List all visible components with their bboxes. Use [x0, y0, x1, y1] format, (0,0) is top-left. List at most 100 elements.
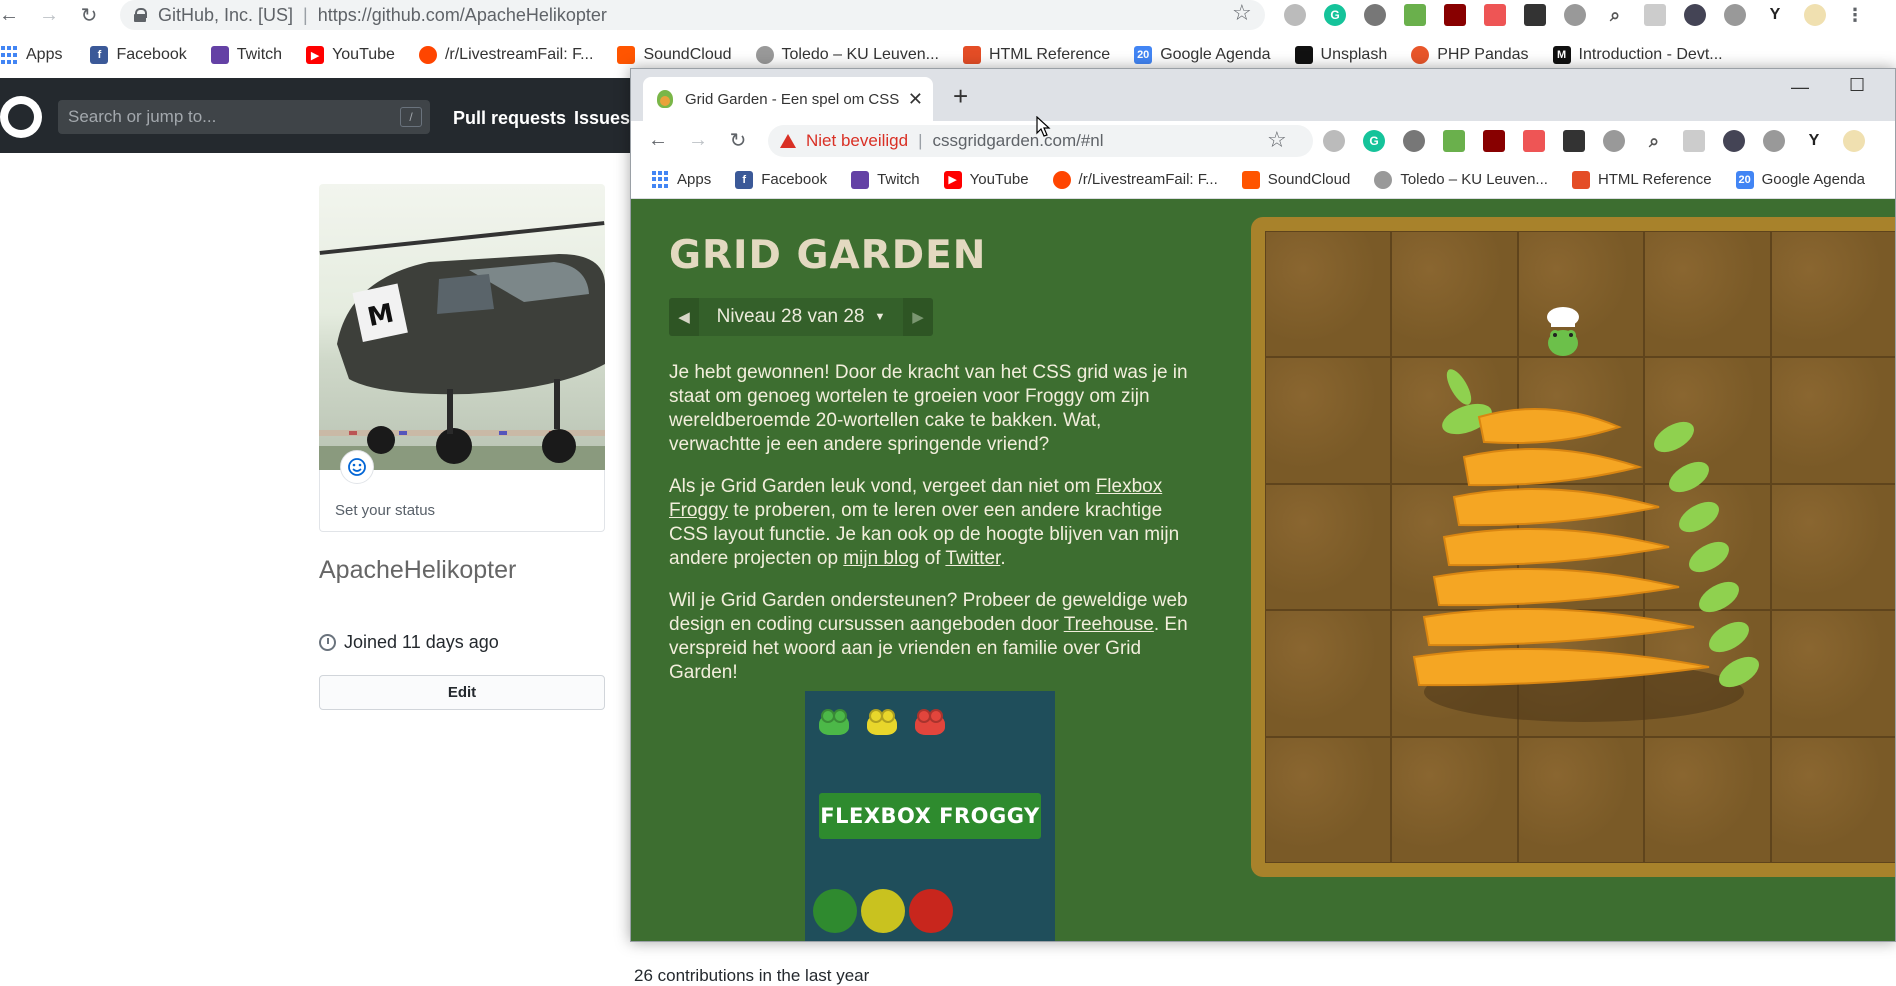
y-extension-icon[interactable]: Y [1764, 4, 1786, 26]
address-bar[interactable]: GitHub, Inc. [US] | https://github.com/A… [120, 0, 1265, 30]
tab-title: Grid Garden - Een spel om CSS g [685, 90, 903, 108]
extension-icon[interactable] [1684, 4, 1706, 26]
set-status-box[interactable]: Set your status [319, 450, 605, 532]
bookmark-reddit[interactable]: /r/LivestreamFail: F... [1052, 170, 1218, 189]
garden-cell [1265, 231, 1392, 358]
bookmark-facebook[interactable]: f Facebook [735, 170, 828, 189]
github-logo-icon[interactable] [0, 96, 42, 138]
flexbox-froggy-button[interactable]: FLEXBOX FROGGY [819, 793, 1041, 839]
back-icon[interactable]: ← [645, 127, 671, 153]
extension-icon[interactable] [1484, 4, 1506, 26]
blog-link[interactable]: mijn blog [843, 548, 919, 569]
nav-pull-requests[interactable]: Pull requests [453, 108, 566, 129]
nav-issues[interactable]: Issues [574, 108, 630, 129]
search-input[interactable]: Search or jump to... / [58, 100, 430, 134]
bookmark-toledo[interactable]: Toledo – KU Leuven... [1374, 170, 1548, 189]
bookmark-php-pandas[interactable]: PHP Pandas [1411, 46, 1529, 64]
ublock-icon[interactable] [1444, 4, 1466, 26]
html-icon [1571, 170, 1590, 189]
tab-grid-garden[interactable]: Grid Garden - Een spel om CSS g ✕ [643, 77, 933, 121]
minimize-icon[interactable]: — [1791, 77, 1809, 98]
red-frog-icon [915, 709, 945, 735]
settings-extension-icon[interactable] [1403, 130, 1425, 152]
color-picker-icon[interactable] [1524, 4, 1546, 26]
extension-icon[interactable] [1564, 4, 1586, 26]
forward-icon[interactable]: → [685, 127, 711, 153]
foreground-browser-window: Grid Garden - Een spel om CSS g ✕ + — ☐ … [630, 68, 1896, 942]
bookmark-label: Google Agenda [1160, 46, 1271, 63]
close-tab-icon[interactable]: ✕ [908, 89, 923, 110]
search-icon[interactable]: ⌕ [1643, 130, 1665, 152]
search-icon[interactable]: ⌕ [1604, 4, 1626, 26]
calendar-icon: 20 [1134, 46, 1153, 64]
reload-icon[interactable]: ↻ [725, 127, 751, 153]
extension-icon[interactable] [1284, 4, 1306, 26]
bookmark-facebook[interactable]: f Facebook [90, 46, 187, 64]
extension-icon[interactable] [1323, 130, 1345, 152]
bookmark-unsplash[interactable]: Unsplash [1294, 46, 1387, 64]
bookmark-soundcloud[interactable]: SoundCloud [617, 46, 732, 64]
bookmark-google-agenda[interactable]: 20 Google Agenda [1735, 170, 1865, 189]
level-dropdown[interactable]: Niveau 28 van 28 ▼ [699, 298, 903, 336]
bookmark-reddit[interactable]: /r/LivestreamFail: F... [418, 46, 593, 64]
profile-username: ApacheHelikopter [319, 556, 517, 584]
bookmark-label: PHP Pandas [1437, 46, 1529, 63]
bookmark-apps[interactable]: Apps [651, 170, 711, 189]
extension-icon[interactable] [1443, 130, 1465, 152]
bookmark-star-icon[interactable]: ☆ [1267, 127, 1287, 153]
search-placeholder: Search or jump to... [68, 107, 217, 126]
extension-icon[interactable] [1523, 130, 1545, 152]
extension-icon[interactable] [1723, 130, 1745, 152]
bookmark-twitch[interactable]: Twitch [210, 46, 282, 64]
bookmark-toledo[interactable]: Toledo – KU Leuven... [755, 46, 939, 64]
back-icon[interactable]: ← [0, 2, 22, 28]
facebook-icon: f [90, 46, 109, 64]
grammarly-icon[interactable]: G [1363, 130, 1385, 152]
html-icon [962, 46, 981, 64]
grammarly-icon[interactable]: G [1324, 4, 1346, 26]
bookmark-label: Toledo – KU Leuven... [781, 46, 939, 63]
bookmark-devt[interactable]: M Introduction - Devt... [1552, 46, 1723, 64]
bookmark-twitch[interactable]: Twitch [851, 170, 920, 189]
extension-icon[interactable] [1603, 130, 1625, 152]
bookmark-soundcloud[interactable]: SoundCloud [1241, 170, 1350, 189]
color-picker-icon[interactable] [1563, 130, 1585, 152]
garden-cell [1517, 736, 1645, 863]
twitter-link[interactable]: Twitter [945, 548, 1000, 569]
profile-avatar[interactable] [1804, 4, 1826, 26]
bookmark-html-reference[interactable]: HTML Reference [1571, 170, 1712, 189]
profile-avatar[interactable] [1843, 130, 1865, 152]
bookmark-youtube[interactable]: ▶ YouTube [943, 170, 1029, 189]
previous-level-arrow-icon[interactable]: ◀ [669, 298, 699, 336]
treehouse-link[interactable]: Treehouse [1064, 614, 1154, 635]
ublock-icon[interactable] [1483, 130, 1505, 152]
avatar[interactable]: M [319, 184, 605, 470]
bookmark-label: /r/LivestreamFail: F... [1078, 171, 1218, 188]
bookmark-label: Facebook [761, 171, 828, 188]
new-tab-button[interactable]: + [953, 81, 968, 112]
extension-icon[interactable] [1644, 4, 1666, 26]
flexbox-froggy-ad[interactable]: FLEXBOX FROGGY [805, 691, 1055, 941]
menu-icon[interactable]: ⋮ [1844, 4, 1866, 26]
bookmark-star-icon[interactable]: ☆ [1232, 0, 1252, 26]
extension-icon[interactable] [1404, 4, 1426, 26]
bookmark-apps[interactable]: Apps [0, 46, 62, 64]
extension-icon[interactable] [1683, 130, 1705, 152]
next-level-arrow-icon[interactable]: ▶ [903, 298, 933, 336]
y-extension-icon[interactable]: Y [1803, 130, 1825, 152]
bookmark-youtube[interactable]: ▶ YouTube [306, 46, 395, 64]
smiley-icon[interactable] [340, 450, 374, 484]
bookmark-label: Toledo – KU Leuven... [1400, 171, 1548, 188]
settings-extension-icon[interactable] [1364, 4, 1386, 26]
edit-profile-button[interactable]: Edit [319, 675, 605, 710]
text: . [1000, 548, 1006, 569]
bookmark-google-agenda[interactable]: 20 Google Agenda [1134, 46, 1271, 64]
maximize-icon[interactable]: ☐ [1849, 75, 1865, 96]
extension-icon[interactable] [1763, 130, 1785, 152]
reload-icon[interactable]: ↻ [76, 2, 102, 28]
forward-icon[interactable]: → [36, 2, 62, 28]
bookmark-html-reference[interactable]: HTML Reference [962, 46, 1110, 64]
toledo-icon [755, 46, 774, 64]
apps-icon [651, 170, 669, 189]
extension-icon[interactable] [1724, 4, 1746, 26]
